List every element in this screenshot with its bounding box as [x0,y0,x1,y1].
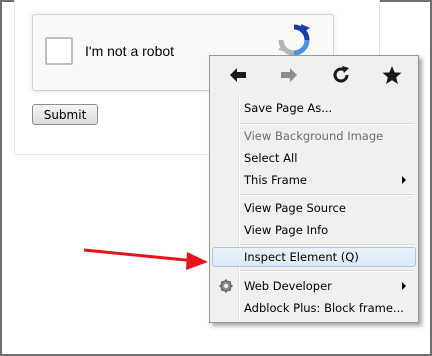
gear-icon [219,279,233,293]
menu-item-label: View Page Source [244,201,346,215]
menu-item-inspect-element[interactable]: Inspect Element (Q) [212,247,416,267]
star-icon[interactable] [380,64,404,86]
forward-arrow-icon[interactable] [277,64,301,86]
recaptcha-logo-icon [278,24,310,56]
menu-item-label: Save Page As... [244,101,333,115]
menu-item-label: Adblock Plus: Block frame... [244,301,404,315]
menu-item-web-developer[interactable]: Web Developer [212,276,416,296]
menu-item-save-page-as[interactable]: Save Page As... [212,98,416,118]
menu-item-this-frame[interactable]: This Frame [212,170,416,190]
menu-item-label: View Page Info [244,223,329,237]
menu-separator [240,123,414,125]
back-arrow-icon[interactable] [226,64,250,86]
menu-separator [240,244,414,246]
menu-item-label: This Frame [244,173,307,187]
context-menu-nav-row [210,56,418,94]
context-menu: Save Page As... View Background Image Se… [209,55,419,323]
menu-item-select-all[interactable]: Select All [212,148,416,168]
menu-item-view-page-source[interactable]: View Page Source [212,198,416,218]
recaptcha-label: I'm not a robot [85,43,175,59]
menu-item-adblock-block-frame[interactable]: Adblock Plus: Block frame... [212,298,416,318]
reload-icon[interactable] [329,64,353,86]
menu-item-label: Select All [244,151,298,165]
submenu-arrow-icon [402,176,406,184]
menu-separator [240,194,414,196]
menu-item-label: View Background Image [244,129,384,143]
submit-button[interactable]: Submit [32,104,98,125]
menu-item-label: Inspect Element (Q) [244,250,359,264]
submenu-arrow-icon [402,282,406,290]
menu-separator [240,270,414,272]
menu-item-view-page-info[interactable]: View Page Info [212,220,416,240]
menu-item-view-background-image[interactable]: View Background Image [212,126,416,146]
recaptcha-checkbox[interactable] [45,37,73,65]
menu-item-label: Web Developer [244,279,332,293]
